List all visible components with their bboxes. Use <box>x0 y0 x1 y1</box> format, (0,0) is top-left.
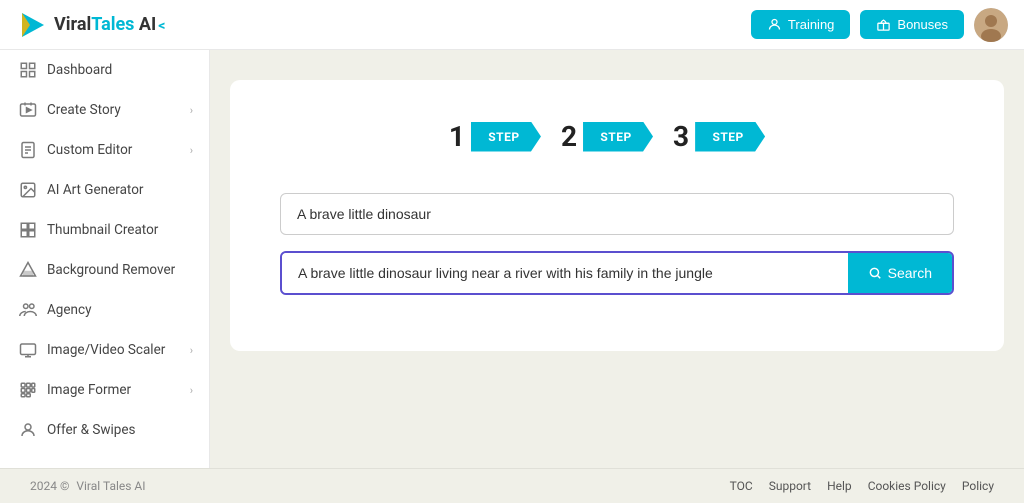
search-input-group: Search <box>280 251 954 295</box>
avatar-image <box>974 8 1008 42</box>
sidebar-item-custom-editor[interactable]: Custom Editor › <box>0 130 209 170</box>
search-row: Search <box>280 251 954 295</box>
agency-icon <box>19 301 37 319</box>
search-button-label: Search <box>888 265 932 281</box>
footer-links: TOC Support Help Cookies Policy Policy <box>730 479 994 493</box>
dashboard-icon <box>19 61 37 79</box>
sidebar-item-background-remover[interactable]: Background Remover <box>0 250 209 290</box>
sidebar-item-thumbnail-creator[interactable]: Thumbnail Creator <box>0 210 209 250</box>
footer-link-help[interactable]: Help <box>827 479 852 493</box>
sidebar-label-thumbnail: Thumbnail Creator <box>47 222 158 238</box>
sidebar-item-image-former[interactable]: Image Former › <box>0 370 209 410</box>
step-1-number: 1 <box>449 120 465 153</box>
bonuses-icon <box>876 17 891 32</box>
sidebar-label-create-story: Create Story <box>47 102 121 118</box>
logo-chevron: < <box>158 18 165 34</box>
logo-icon <box>16 9 48 41</box>
logo-viral: Viral <box>54 14 91 35</box>
training-icon <box>767 17 782 32</box>
avatar[interactable] <box>974 8 1008 42</box>
body: Dashboard Create Story › Custom Editor › <box>0 50 1024 468</box>
story-title-input[interactable] <box>280 193 954 235</box>
story-search-input[interactable] <box>282 253 848 293</box>
search-icon <box>868 266 882 280</box>
step-2-number: 2 <box>561 120 577 153</box>
image-video-scaler-icon <box>19 341 37 359</box>
offer-swipes-icon <box>19 421 37 439</box>
footer-link-toc[interactable]: TOC <box>730 479 753 493</box>
step-3-number: 3 <box>673 120 689 153</box>
header: ViralTales AI< Training Bonuses <box>0 0 1024 50</box>
logo-ai: AI <box>139 14 156 35</box>
sidebar-label-image-former: Image Former <box>47 382 131 398</box>
image-video-scaler-chevron: › <box>190 344 193 357</box>
logo[interactable]: ViralTales AI< <box>16 9 165 41</box>
step-3-badge: STEP <box>695 122 765 152</box>
sidebar-label-offer-swipes: Offer & Swipes <box>47 422 136 438</box>
image-former-icon <box>19 381 37 399</box>
create-story-icon <box>19 101 37 119</box>
sidebar-item-agency[interactable]: Agency <box>0 290 209 330</box>
thumbnail-icon <box>19 221 37 239</box>
sidebar-item-offer-swipes[interactable]: Offer & Swipes <box>0 410 209 450</box>
image-former-chevron: › <box>190 384 193 397</box>
sidebar-label-ai-art: AI Art Generator <box>47 182 143 198</box>
search-button[interactable]: Search <box>848 253 952 293</box>
footer-link-cookies-policy[interactable]: Cookies Policy <box>868 479 946 493</box>
header-buttons: Training Bonuses <box>751 8 1008 42</box>
footer-link-policy[interactable]: Policy <box>962 479 994 493</box>
logo-tales: Tales <box>91 14 134 35</box>
sidebar-label-agency: Agency <box>47 302 91 318</box>
content-card: 1 STEP 2 STEP 3 STEP <box>230 80 1004 351</box>
step-2-badge: STEP <box>583 122 653 152</box>
sidebar: Dashboard Create Story › Custom Editor › <box>0 50 210 468</box>
ai-art-icon <box>19 181 37 199</box>
bonuses-button[interactable]: Bonuses <box>860 10 964 39</box>
footer: 2024 © Viral Tales AI TOC Support Help C… <box>0 468 1024 503</box>
training-button[interactable]: Training <box>751 10 850 39</box>
create-story-chevron: › <box>190 104 193 117</box>
title-input-group <box>280 193 954 235</box>
steps-row: 1 STEP 2 STEP 3 STEP <box>280 120 954 153</box>
sidebar-item-image-video-scaler[interactable]: Image/Video Scaler › <box>0 330 209 370</box>
step-1-badge: STEP <box>471 122 541 152</box>
custom-editor-icon <box>19 141 37 159</box>
sidebar-item-create-story[interactable]: Create Story › <box>0 90 209 130</box>
footer-link-support[interactable]: Support <box>769 479 811 493</box>
sidebar-label-background-remover: Background Remover <box>47 262 175 278</box>
background-remover-icon <box>19 261 37 279</box>
sidebar-item-dashboard[interactable]: Dashboard <box>0 50 209 90</box>
sidebar-label-dashboard: Dashboard <box>47 62 112 78</box>
footer-copyright: 2024 © Viral Tales AI <box>30 479 146 493</box>
sidebar-label-custom-editor: Custom Editor <box>47 142 132 158</box>
sidebar-item-ai-art-generator[interactable]: AI Art Generator <box>0 170 209 210</box>
main-content: 1 STEP 2 STEP 3 STEP <box>210 50 1024 468</box>
custom-editor-chevron: › <box>190 144 193 157</box>
sidebar-label-image-video-scaler: Image/Video Scaler <box>47 342 165 358</box>
